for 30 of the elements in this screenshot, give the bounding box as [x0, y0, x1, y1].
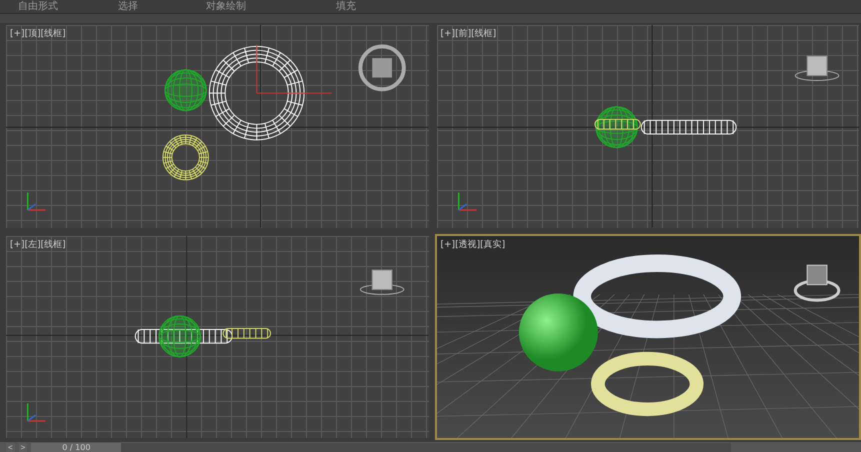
time-slider-track[interactable]: 0 / 100	[31, 442, 732, 452]
menu-item[interactable]: 填充	[336, 0, 426, 12]
axis-tripod-icon	[457, 192, 476, 211]
axis-tripod-icon	[26, 402, 46, 422]
viewport-label[interactable]: [+][前][线框]	[440, 27, 496, 40]
wireframe-sphere	[164, 69, 207, 112]
view-cube-icon[interactable]	[794, 56, 839, 81]
viewport[interactable]: [+][左][线框]	[4, 234, 430, 440]
viewport[interactable]: [+][前][线框]	[434, 23, 861, 230]
view-cube-icon[interactable]	[358, 44, 406, 92]
menu-item[interactable]: 对象绘制	[206, 0, 336, 12]
wireframe-sphere	[158, 314, 201, 357]
pivot-gizmo-icon	[256, 44, 332, 94]
time-slider-thumb[interactable]: 0 / 100	[31, 442, 122, 452]
viewport[interactable]: [+][顶][线框]	[4, 23, 430, 230]
viewport-label[interactable]: [+][左][线框]	[10, 238, 66, 250]
viewport-label[interactable]: [+][透视][真实]	[440, 238, 506, 250]
axis-tripod-icon	[26, 192, 46, 211]
menu-item[interactable]: 选择	[118, 0, 206, 12]
view-cube-icon[interactable]	[793, 264, 840, 302]
wireframe-ring	[222, 328, 272, 338]
wireframe-ring	[162, 134, 209, 180]
wireframe-sphere	[594, 106, 638, 148]
next-frame-button[interactable]: >	[18, 442, 28, 452]
viewport-label[interactable]: [+][顶][线框]	[10, 27, 66, 40]
menu-item[interactable]: 自由形式	[18, 0, 118, 12]
previous-frame-button[interactable]: <	[6, 442, 15, 452]
viewport[interactable]: [+][透视][真实]	[434, 234, 861, 440]
view-cube-icon[interactable]	[360, 269, 404, 294]
wireframe-ring	[594, 118, 640, 130]
